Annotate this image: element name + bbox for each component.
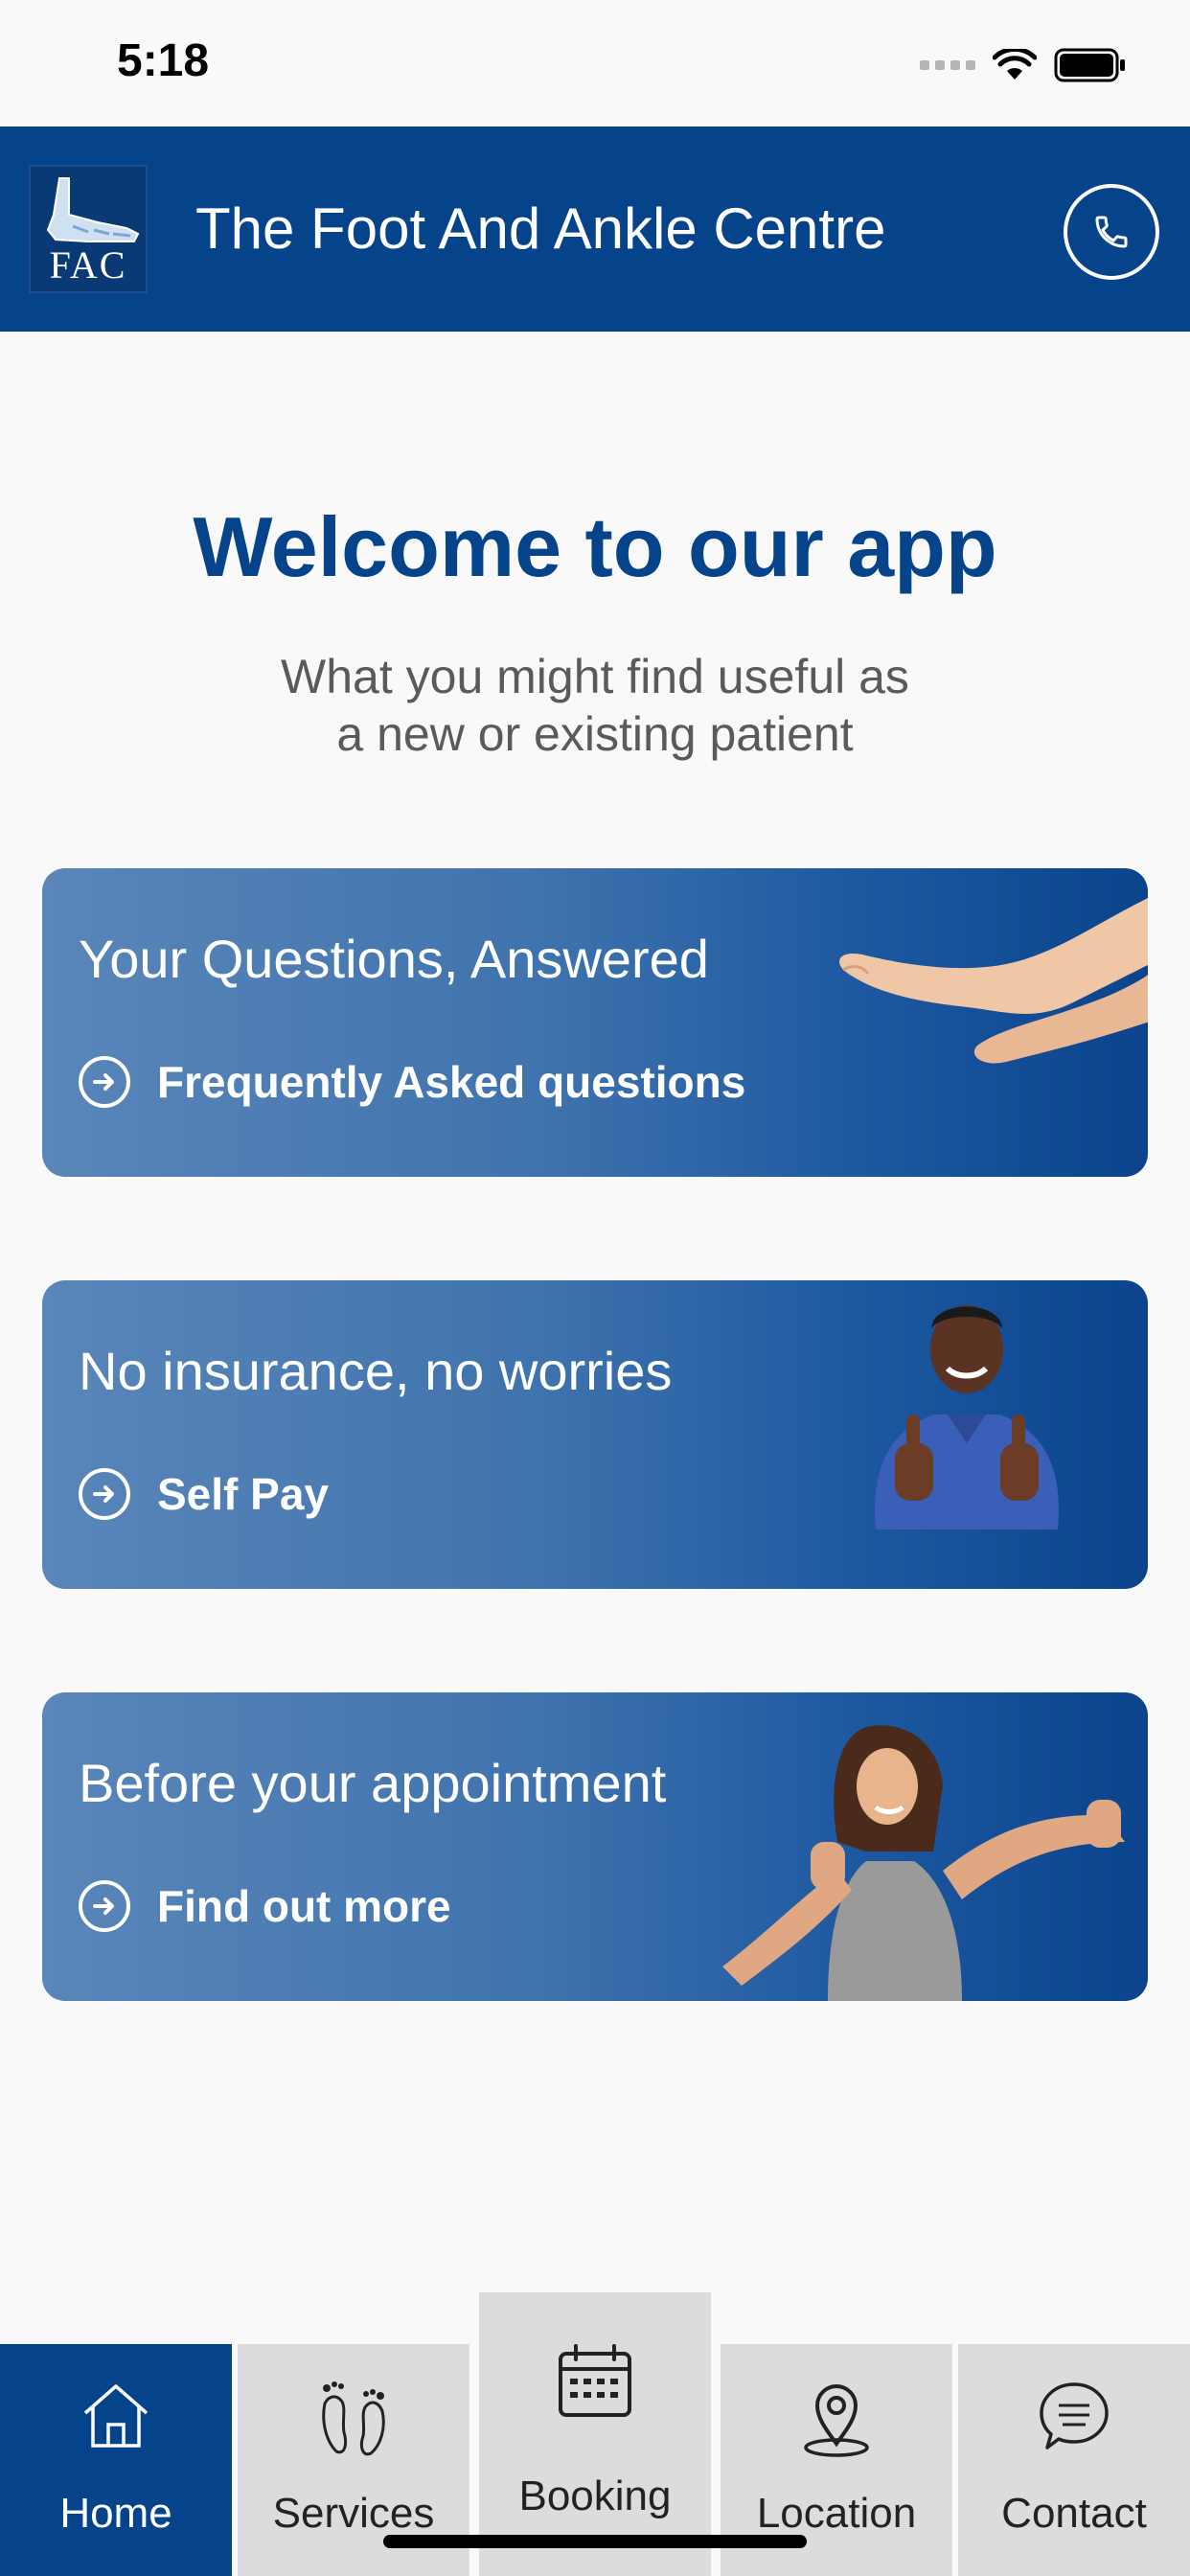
calendar-icon	[559, 2344, 631, 2417]
tab-booking[interactable]: Booking	[479, 2292, 711, 2576]
battery-icon	[1054, 48, 1125, 82]
arrow-right-circle-icon	[79, 1056, 130, 1108]
card-link-label: Frequently Asked questions	[157, 1057, 746, 1107]
welcome-title: Welcome to our app	[193, 499, 997, 594]
welcome-subtitle-line2: a new or existing patient	[336, 707, 854, 761]
home-indicator	[383, 2535, 807, 2548]
tab-label: Location	[756, 2490, 917, 2537]
welcome-subtitle: What you might find useful as a new or e…	[212, 648, 978, 763]
faq-card[interactable]: Your Questions, Answered Frequently Aske…	[42, 868, 1148, 1177]
status-bar: 5:18	[0, 0, 1190, 126]
arrow-right-circle-icon	[79, 1880, 130, 1932]
status-time: 5:18	[117, 35, 210, 86]
tab-label: Contact	[1001, 2490, 1147, 2537]
call-button[interactable]	[1064, 184, 1159, 280]
tab-label: Services	[272, 2490, 435, 2537]
thumbs-up-woman-image	[722, 1725, 1125, 2001]
find-out-more-link[interactable]: Find out more	[79, 1880, 451, 1932]
self-pay-link[interactable]: Self Pay	[79, 1468, 329, 1520]
home-icon	[83, 2384, 149, 2448]
arrow-right-circle-icon	[79, 1468, 130, 1520]
app-header: FAC The Foot And Ankle Centre	[0, 126, 1190, 332]
logo: FAC	[29, 165, 148, 293]
chat-icon	[1040, 2382, 1109, 2450]
header-title: The Foot And Ankle Centre	[195, 196, 886, 261]
status-icons	[920, 46, 1127, 84]
phone-icon	[1095, 216, 1128, 248]
thumbs-up-man-image	[875, 1305, 1059, 1530]
welcome-subtitle-line1: What you might find useful as	[281, 650, 909, 703]
cellular-icon	[920, 60, 975, 70]
logo-text: FAC	[49, 243, 127, 287]
tab-contact[interactable]: Contact	[958, 2344, 1190, 2576]
card-link-label: Self Pay	[157, 1469, 329, 1519]
wifi-icon	[993, 49, 1037, 80]
tab-label: Booking	[518, 2472, 672, 2519]
self-pay-card[interactable]: No insurance, no worries Self Pay	[42, 1280, 1148, 1589]
card-title: Your Questions, Answered	[79, 929, 709, 989]
tab-label: Home	[59, 2490, 172, 2537]
faq-link[interactable]: Frequently Asked questions	[79, 1056, 745, 1108]
card-title: No insurance, no worries	[79, 1341, 673, 1401]
card-link-label: Find out more	[157, 1881, 451, 1931]
foot-image	[839, 898, 1148, 1064]
feet-icon	[322, 2381, 385, 2456]
appointment-card[interactable]: Before your appointment Find out more	[42, 1692, 1148, 2001]
tab-home[interactable]: Home	[0, 2344, 232, 2576]
card-title: Before your appointment	[79, 1753, 667, 1813]
location-pin-icon	[804, 2384, 869, 2457]
